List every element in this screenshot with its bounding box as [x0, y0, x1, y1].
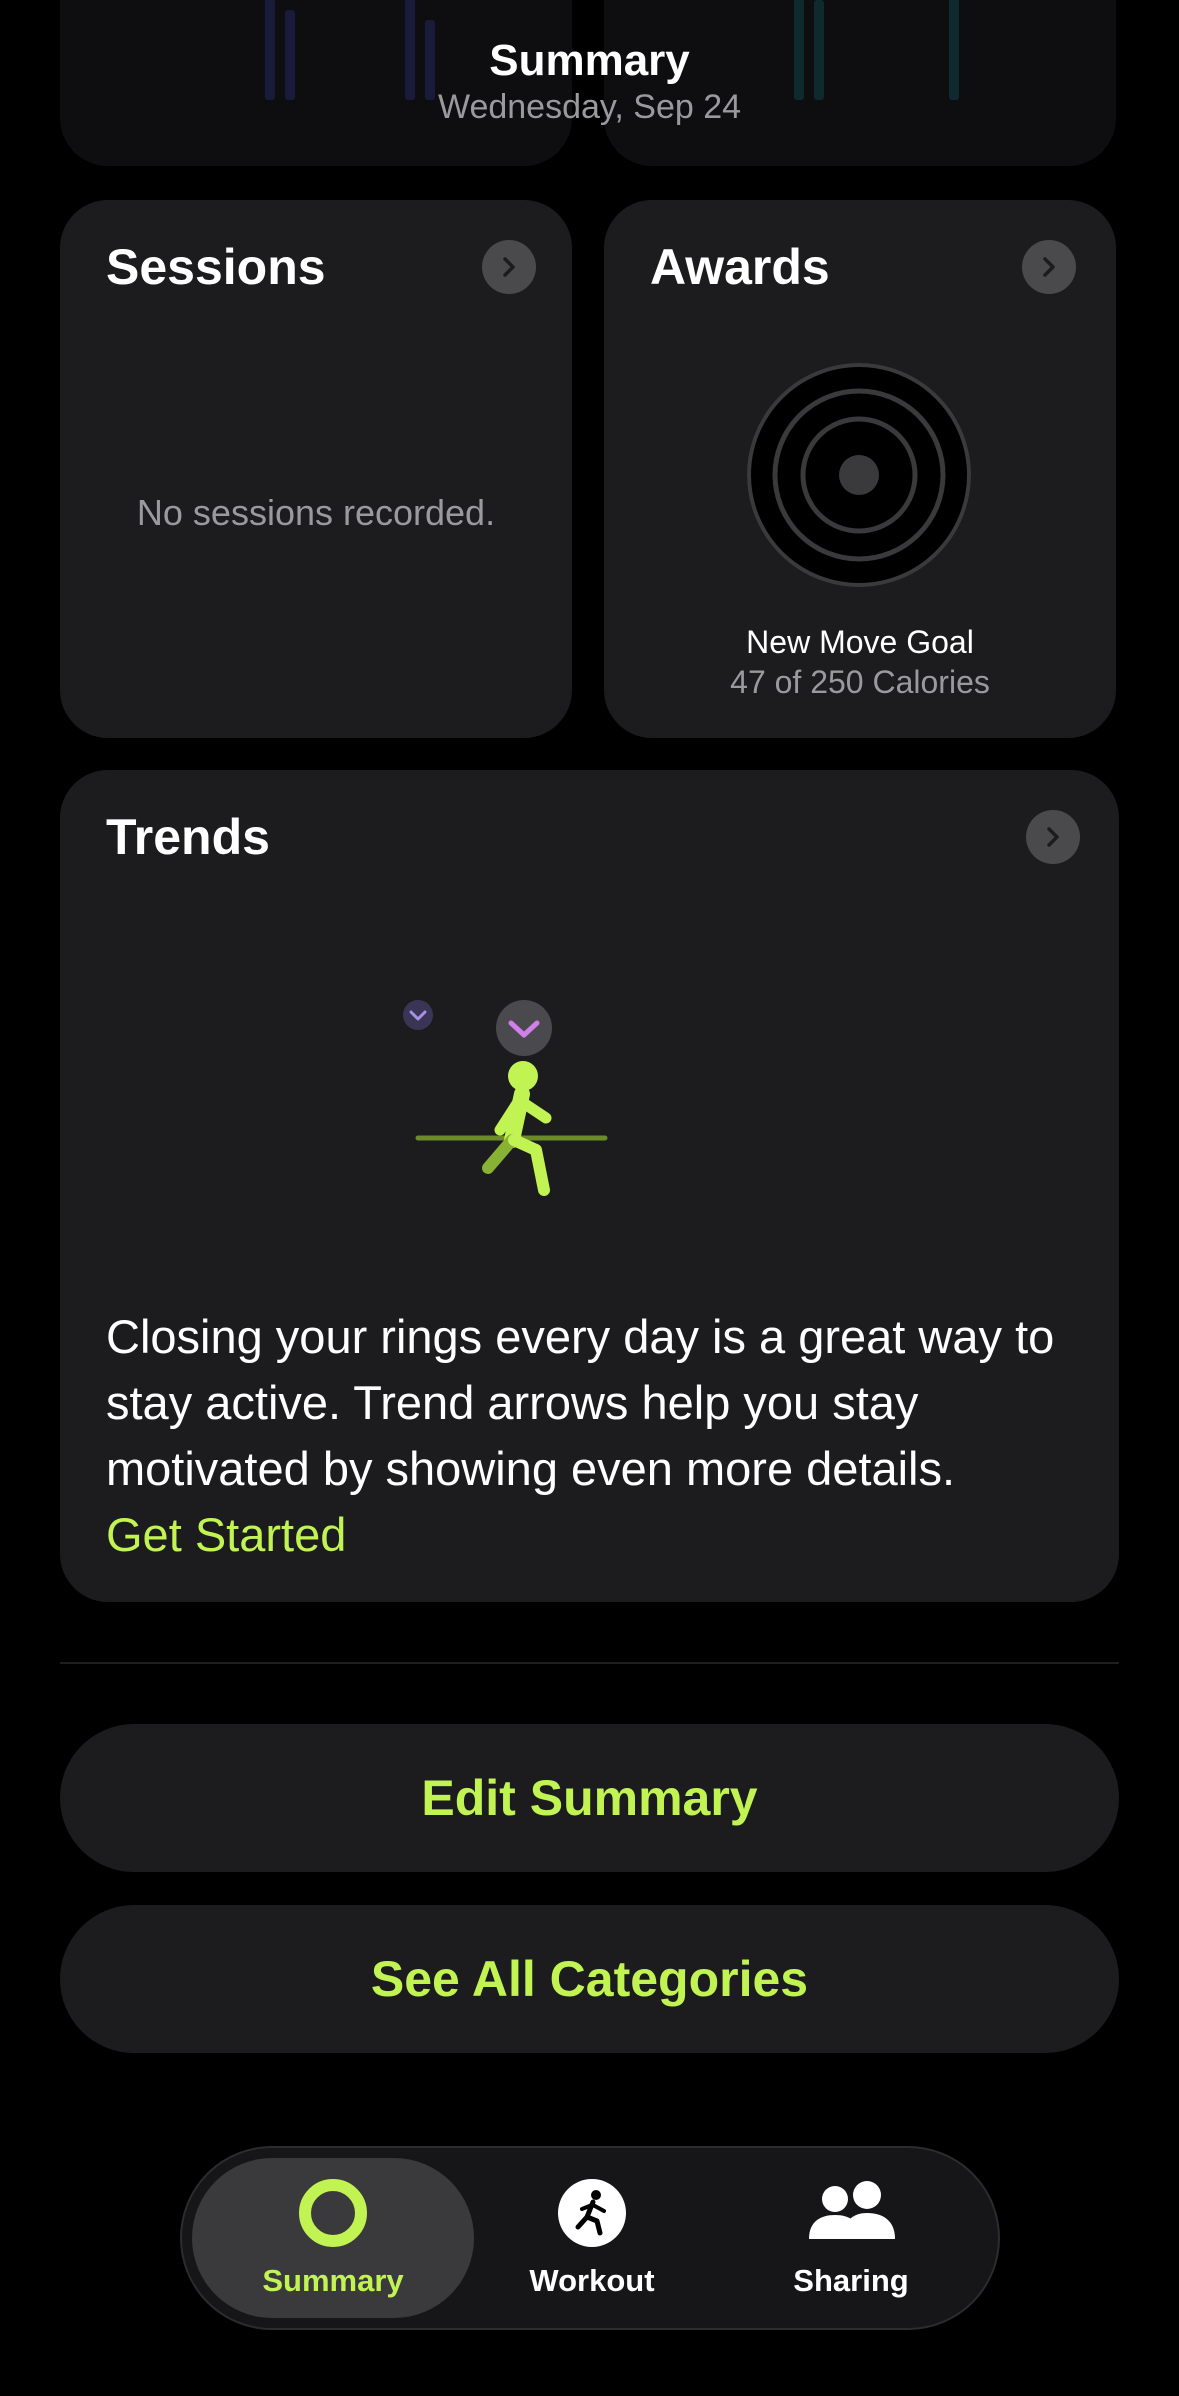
chevron-right-icon [503, 257, 515, 277]
tab-summary[interactable]: Summary [192, 2158, 474, 2318]
trends-chevron-button[interactable] [1026, 810, 1080, 864]
tab-workout[interactable]: Workout [451, 2158, 733, 2318]
award-name: New Move Goal [746, 624, 974, 660]
see-all-categories-button[interactable]: See All Categories [60, 1905, 1119, 2053]
edit-summary-button[interactable]: Edit Summary [60, 1724, 1119, 1872]
tab-summary-label: Summary [262, 2263, 404, 2298]
sessions-chevron-button[interactable] [482, 240, 536, 294]
chevron-right-icon [1047, 827, 1059, 847]
award-badge-icon [747, 363, 971, 587]
tab-workout-label: Workout [529, 2263, 655, 2298]
trend-walking-illustration-icon [403, 1000, 608, 1196]
tab-sharing-label: Sharing [793, 2263, 909, 2298]
tab-bar: Summary Workout Sharing [180, 2146, 1000, 2330]
activity-ring-icon [299, 2179, 367, 2247]
awards-card[interactable]: Awards New Move Goal 47 of 250 Calories [604, 200, 1116, 738]
trends-description: Closing your rings every day is a great … [106, 1310, 1055, 1495]
page-date: Wednesday, Sep 24 [437, 88, 742, 126]
get-started-link[interactable]: Get Started [106, 1502, 346, 1568]
trends-title: Trends [106, 809, 270, 865]
sessions-card[interactable]: Sessions No sessions recorded. [60, 200, 572, 738]
awards-title: Awards [650, 239, 830, 295]
chevron-right-icon [1043, 257, 1055, 277]
trends-card[interactable]: Trends Closing your rings every day is a… [60, 770, 1119, 1602]
awards-chevron-button[interactable] [1022, 240, 1076, 294]
divider [60, 1662, 1119, 1664]
award-detail: 47 of 250 Calories [730, 664, 990, 700]
tab-sharing[interactable]: Sharing [710, 2158, 992, 2318]
page-title: Summary [489, 36, 690, 85]
people-icon [809, 2181, 895, 2239]
running-figure-icon [558, 2179, 626, 2247]
sessions-empty-text: No sessions recorded. [136, 492, 496, 533]
sessions-title: Sessions [106, 239, 326, 295]
